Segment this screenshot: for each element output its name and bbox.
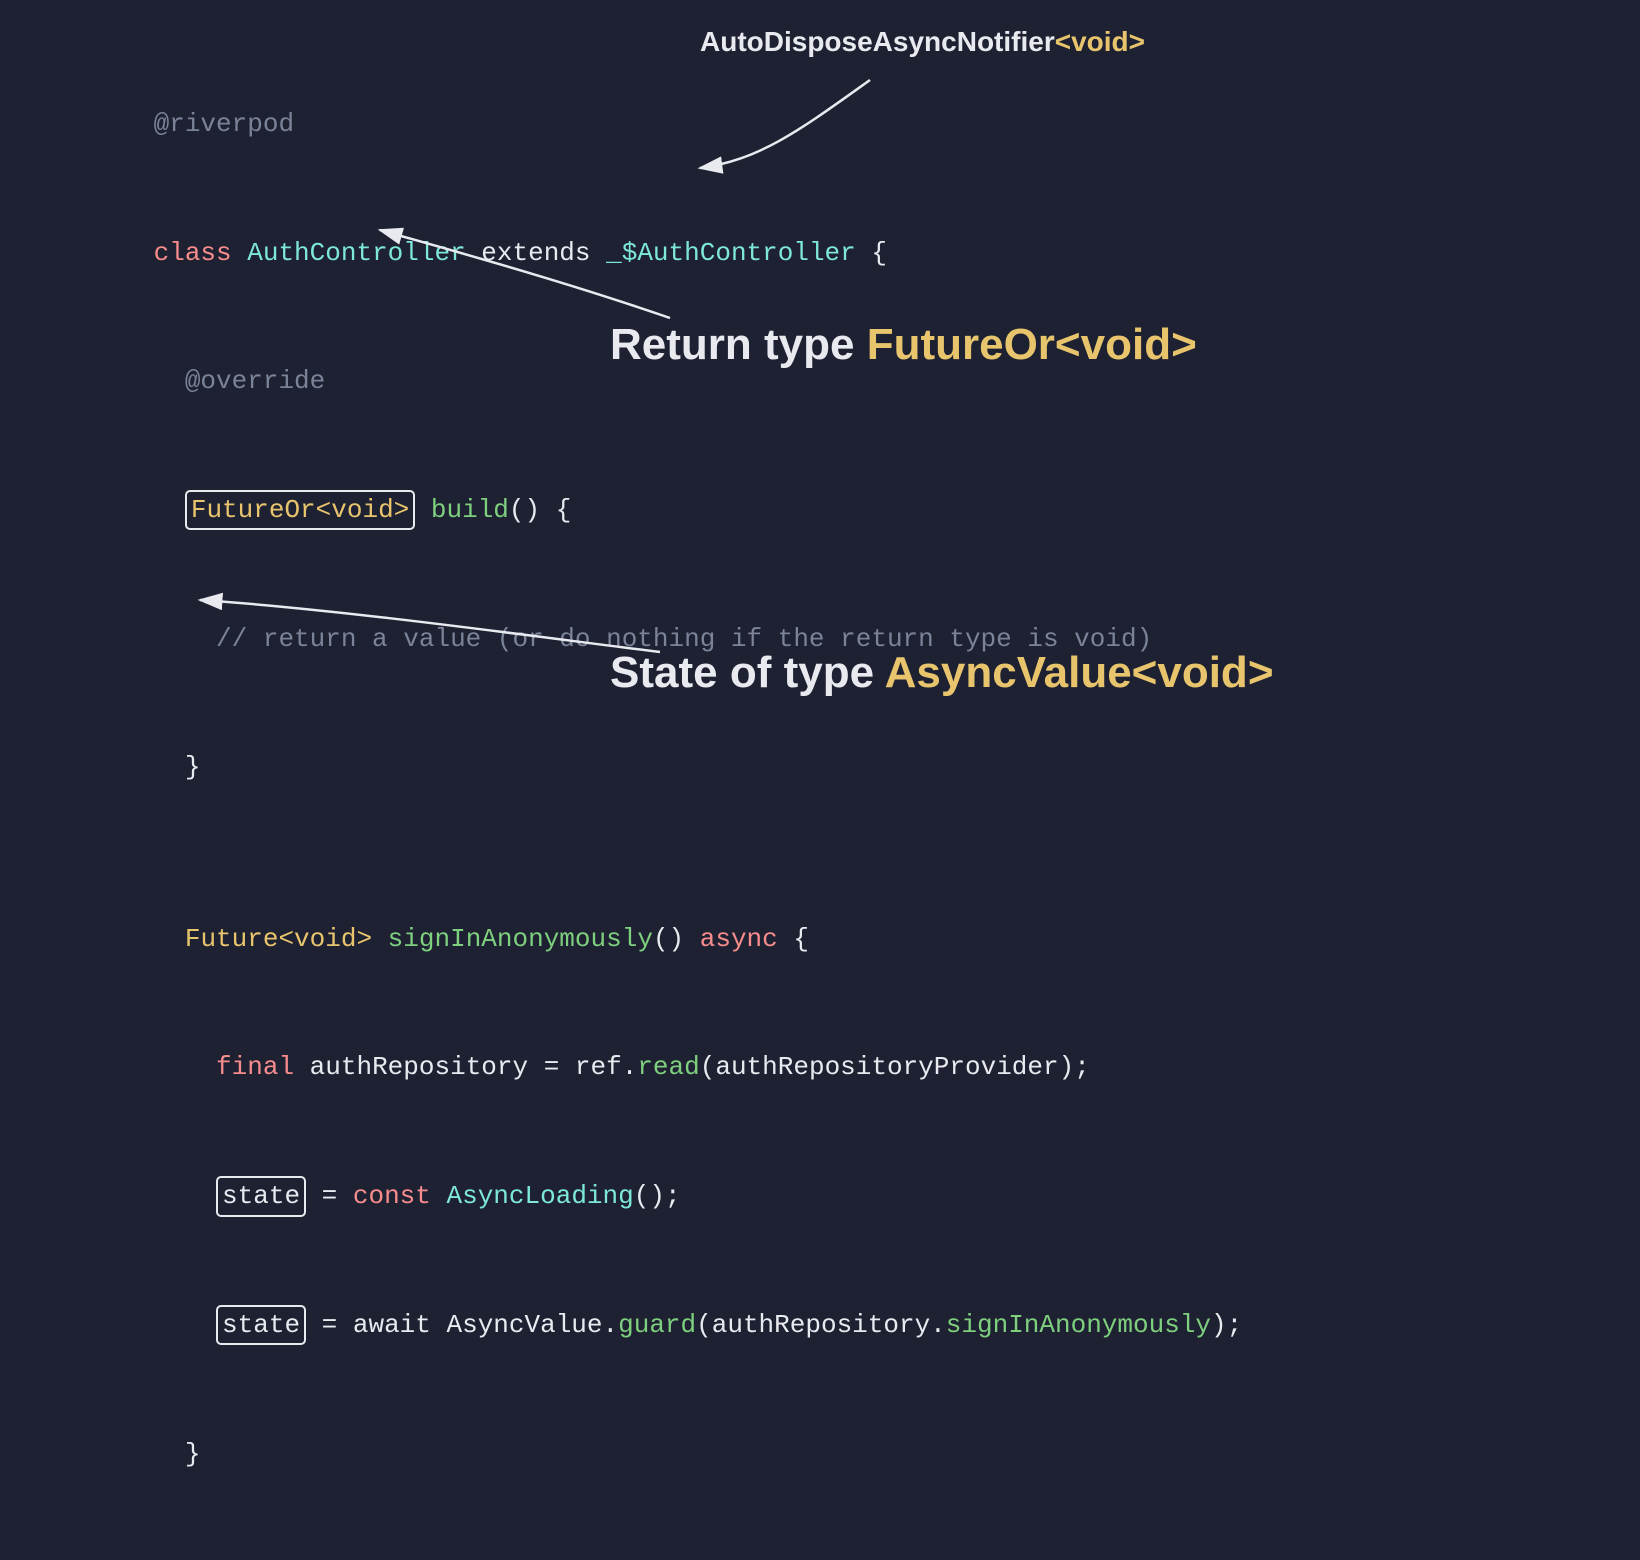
async-keyword: async — [700, 924, 778, 954]
future-void: Future<void> — [185, 924, 372, 954]
annotation-return-type: Return type FutureOr<void> — [610, 320, 1197, 370]
async-loading: AsyncLoading — [431, 1181, 634, 1211]
guard-open-paren: (authRepository. — [696, 1310, 946, 1340]
guard-method: guard — [618, 1310, 696, 1340]
guard-close-paren: ); — [1211, 1310, 1242, 1340]
extends-keyword: extends — [466, 238, 606, 268]
code-line-2: class AuthController extends _$AuthContr… — [60, 189, 1242, 318]
annotation-autodispose-text: AutoDisposeAsyncNotifier — [700, 26, 1055, 57]
close-brace-build: } — [154, 752, 201, 782]
method-paren-async: () — [653, 924, 700, 954]
class-name: AuthController — [247, 238, 465, 268]
method-open-brace: { — [778, 924, 809, 954]
open-brace-1: { — [856, 238, 887, 268]
read-method: read — [637, 1052, 699, 1082]
main-container: AutoDisposeAsyncNotifier<void> @riverpod… — [0, 0, 1640, 780]
state-boxed-1: state — [216, 1176, 306, 1216]
build-method: build — [415, 495, 509, 525]
return-type-value: FutureOr<void> — [867, 320, 1197, 369]
code-line-7 — [60, 832, 1242, 875]
code-line-4: FutureOr<void> build() { — [60, 446, 1242, 575]
state-type-value: AsyncValue<void> — [885, 648, 1274, 697]
indent-4b — [154, 1181, 216, 1211]
code-block: @riverpod class AuthController extends _… — [60, 60, 1242, 1560]
auth-repo-provider: (authRepositoryProvider); — [700, 1052, 1090, 1082]
annotation-state-type: State of type AsyncValue<void> — [610, 648, 1274, 698]
code-line-11: state = await AsyncValue.guard(authRepos… — [60, 1261, 1242, 1390]
const-keyword: const — [353, 1181, 431, 1211]
code-line-9: final authRepository = ref.read(authRepo… — [60, 1004, 1242, 1133]
indent-4c — [154, 1310, 216, 1340]
equals-sign-1: = — [306, 1181, 353, 1211]
sign-in-anon-method: signInAnonymously — [946, 1310, 1211, 1340]
code-line-8: Future<void> signInAnonymously() async { — [60, 875, 1242, 1004]
code-line-12: } — [60, 1390, 1242, 1519]
final-keyword: final — [216, 1052, 294, 1082]
state-boxed-2: state — [216, 1305, 306, 1345]
override-annotation: @override — [154, 366, 326, 396]
code-line-1: @riverpod — [60, 60, 1242, 189]
keyword-class: class — [154, 238, 248, 268]
indent-2 — [154, 495, 185, 525]
state-type-label: State of type — [610, 648, 885, 697]
build-paren-brace: () { — [509, 495, 571, 525]
async-loading-paren: (); — [634, 1181, 681, 1211]
annotation-autodispose: AutoDisposeAsyncNotifier<void> — [700, 26, 1145, 58]
riverpod-decorator: @riverpod — [154, 109, 294, 139]
close-brace-signin: } — [154, 1439, 201, 1469]
equals-await: = await AsyncValue. — [306, 1310, 618, 1340]
code-line-13: } — [60, 1518, 1242, 1560]
indent-2b — [154, 924, 185, 954]
indent-4 — [154, 1052, 216, 1082]
base-class: _$AuthController — [606, 238, 856, 268]
code-line-6: } — [60, 703, 1242, 832]
sign-in-method: signInAnonymously — [372, 924, 653, 954]
futuror-void-boxed: FutureOr<void> — [185, 490, 415, 530]
return-type-label: Return type — [610, 320, 867, 369]
code-line-10: state = const AsyncLoading(); — [60, 1132, 1242, 1261]
annotation-autodispose-void: <void> — [1055, 26, 1145, 57]
auth-repo-assign: authRepository = ref. — [294, 1052, 637, 1082]
